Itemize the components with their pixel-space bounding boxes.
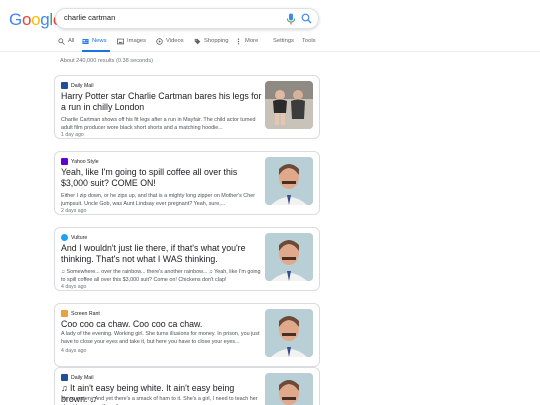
news-source: Daily Mail xyxy=(61,82,93,89)
search-icon[interactable] xyxy=(301,13,312,24)
news-thumbnail[interactable] xyxy=(265,157,313,205)
tab-news[interactable]: News xyxy=(82,38,110,52)
news-thumbnail[interactable] xyxy=(265,81,313,129)
source-logo-icon xyxy=(61,234,68,241)
news-thumbnail[interactable] xyxy=(265,373,313,405)
search-tabs: All News Images Videos Shopping More Set… xyxy=(0,36,540,52)
search-icon xyxy=(58,38,65,45)
news-snippet: Either I zip down, or he zips up, and th… xyxy=(61,193,255,207)
more-icon xyxy=(237,38,240,45)
tab-shopping[interactable]: Shopping xyxy=(194,38,229,52)
tab-videos[interactable]: Videos xyxy=(156,38,184,52)
news-source: Daily Mail xyxy=(61,374,93,381)
tab-all[interactable]: All xyxy=(58,38,74,52)
news-age: 4 days ago xyxy=(61,348,87,354)
news-headline[interactable]: Yeah, like I'm going to spill coffee all… xyxy=(61,167,263,189)
google-logo[interactable]: Google xyxy=(9,10,62,30)
news-headline[interactable]: Coo coo ca chaw. Coo coo ca chaw. xyxy=(61,319,263,330)
news-source: Vulture xyxy=(61,234,87,241)
source-logo-icon xyxy=(61,310,68,317)
tab-settings[interactable]: Settings xyxy=(273,38,294,52)
news-snippet: Charlie Cartman shows off his fit legs a… xyxy=(61,117,256,131)
video-icon xyxy=(156,38,163,45)
news-card[interactable]: Yahoo Style Yeah, like I'm going to spil… xyxy=(54,151,320,215)
tab-images[interactable]: Images xyxy=(117,38,146,52)
news-thumbnail[interactable] xyxy=(265,233,313,281)
news-headline[interactable]: Harry Potter star Charlie Cartman bares … xyxy=(61,91,263,113)
news-card[interactable]: Screen Rant Coo coo ca chaw. Coo coo ca … xyxy=(54,303,320,367)
source-logo-icon xyxy=(61,158,68,165)
news-snippet: It's so watery. And yet there's a smack … xyxy=(61,396,258,405)
search-box[interactable]: charlie cartman xyxy=(55,8,319,29)
news-source: Screen Rant xyxy=(61,310,100,317)
news-thumbnail[interactable] xyxy=(265,309,313,357)
news-card[interactable]: Vulture And I wouldn't just lie there, i… xyxy=(54,227,320,291)
tag-icon xyxy=(194,38,201,45)
news-source: Yahoo Style xyxy=(61,158,99,165)
microphone-icon[interactable] xyxy=(286,13,296,25)
source-logo-icon xyxy=(61,374,68,381)
news-age: 2 days ago xyxy=(61,208,87,214)
header: Google charlie cartman xyxy=(0,0,540,36)
news-snippet: A lady of the evening. Working girl. She… xyxy=(61,331,260,345)
news-card[interactable]: Daily Mail Harry Potter star Charlie Car… xyxy=(54,75,320,139)
news-age: 1 day ago xyxy=(61,132,84,138)
search-input[interactable]: charlie cartman xyxy=(64,13,115,22)
news-card[interactable]: Daily Mail ♫ It ain't easy being white. … xyxy=(54,367,320,405)
news-age: 4 days ago xyxy=(61,284,87,290)
tab-tools[interactable]: Tools xyxy=(302,38,316,52)
news-headline[interactable]: And I wouldn't just lie there, if that's… xyxy=(61,243,263,265)
result-stats: About 240,000 results (0.38 seconds) xyxy=(60,58,153,64)
source-logo-icon xyxy=(61,82,68,89)
image-icon xyxy=(117,38,124,45)
news-snippet: ♫ Somewhere... over the rainbow... there… xyxy=(61,269,261,283)
tab-more[interactable]: More xyxy=(235,38,258,52)
news-icon xyxy=(82,39,89,44)
